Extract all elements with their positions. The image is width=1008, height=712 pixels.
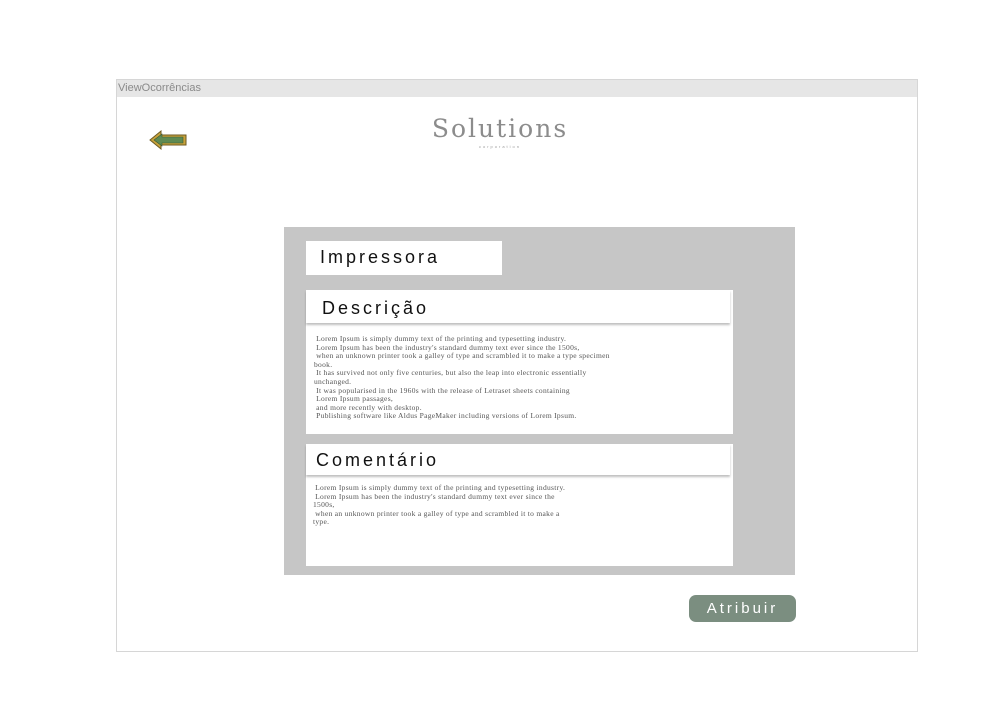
left-arrow-icon [149, 129, 187, 151]
device-name: Impressora [320, 247, 441, 267]
description-text: Lorem Ipsum is simply dummy text of the … [314, 334, 610, 421]
logo-name: Solutions [431, 114, 569, 143]
assign-button[interactable]: Atribuir [689, 595, 796, 622]
logo-tagline: corporation [478, 144, 521, 149]
company-logo: Solutions corporation [417, 114, 583, 150]
device-field: Impressora [306, 241, 502, 275]
comment-title: Comentário [316, 450, 440, 470]
app-window: ViewOcorrências Solutions corporation Im… [116, 79, 918, 652]
description-card: Descrição Lorem Ipsum is simply dummy te… [306, 290, 733, 434]
description-header: Descrição [306, 290, 730, 323]
comment-header: Comentário [306, 444, 730, 475]
back-button[interactable] [148, 128, 188, 152]
description-title: Descrição [322, 298, 430, 318]
window-title: ViewOcorrências [117, 80, 917, 97]
occurrence-panel: Impressora Descrição Lorem Ipsum is simp… [284, 227, 795, 575]
comment-card: Comentário Lorem Ipsum is simply dummy t… [306, 444, 733, 566]
comment-text: Lorem Ipsum is simply dummy text of the … [313, 483, 566, 527]
